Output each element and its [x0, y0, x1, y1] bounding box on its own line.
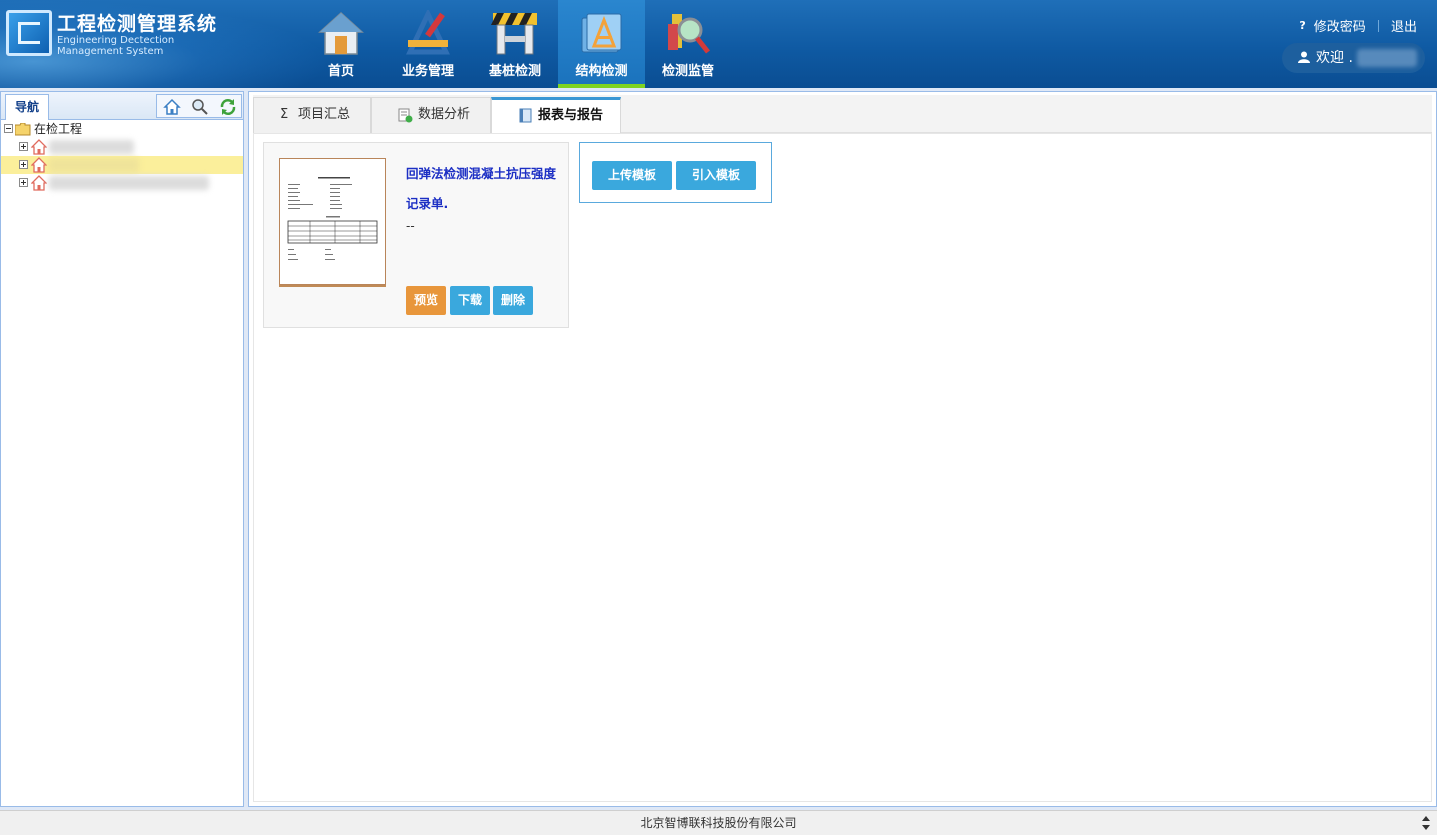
import-template-button[interactable]: 引入模板 — [676, 161, 756, 190]
nav-supervise-label: 检测监管 — [661, 64, 714, 79]
project-house-icon — [31, 139, 47, 155]
tab-bar: Σ 项目汇总 数据分析 报表与报告 — [253, 95, 1432, 134]
tab-reports-label: 报表与报告 — [538, 108, 604, 123]
nav-structure-label: 结构检测 — [575, 64, 628, 79]
tab-project-summary[interactable]: Σ 项目汇总 — [253, 97, 371, 133]
nav-home[interactable]: 首页 — [310, 0, 372, 88]
app-subtitle: Engineering Dectection Management System — [57, 35, 175, 57]
preview-button[interactable]: 预览 — [406, 286, 446, 315]
blurred-project-name — [49, 176, 209, 190]
tree-toolbar — [156, 94, 242, 118]
header-links: ? 修改密码 退出 — [1296, 16, 1417, 36]
structure-folder-icon — [581, 13, 621, 53]
template-title-link[interactable]: 回弹法检测混凝土抗压强度记录单. — [406, 159, 561, 219]
tree-item[interactable] — [1, 174, 243, 192]
tree-refresh-icon[interactable] — [219, 98, 237, 116]
logout-link[interactable]: 退出 — [1391, 20, 1417, 35]
change-password-link[interactable]: 修改密码 — [1314, 20, 1366, 35]
scroll-arrows-icon[interactable] — [1421, 813, 1431, 833]
tree-search-icon[interactable] — [191, 98, 209, 116]
home-icon — [318, 11, 364, 55]
nav-supervise[interactable]: 检测监管 — [652, 0, 724, 88]
help-icon: ? — [1299, 18, 1306, 32]
app-title: 工程检测管理系统 — [57, 13, 218, 35]
tree-item[interactable] — [1, 138, 243, 156]
template-card: 回弹法检测混凝土抗压强度记录单. -- 预览 下载 删除 — [263, 142, 569, 328]
tab-project-summary-label: 项目汇总 — [298, 107, 351, 122]
main-panel: Σ 项目汇总 数据分析 报表与报告 回弹法检测混凝土抗压强度记录单. -- 预览… — [248, 91, 1437, 807]
blurred-project-name — [49, 158, 139, 172]
nav-home-label: 首页 — [327, 64, 354, 79]
upload-template-button[interactable]: 上传模板 — [592, 161, 672, 190]
template-description: -- — [406, 219, 415, 233]
user-icon — [1298, 51, 1310, 63]
blurred-username — [1357, 49, 1418, 67]
reports-content: 回弹法检测混凝土抗压强度记录单. -- 预览 下载 删除 上传模板 引入模板 — [253, 133, 1432, 802]
blurred-project-name — [49, 140, 134, 154]
tree-home-icon[interactable] — [163, 98, 181, 116]
tree-root-label: 在检工程 — [34, 122, 83, 136]
nav-business[interactable]: 业务管理 — [393, 0, 463, 88]
tree-root[interactable]: 在检工程 — [1, 120, 243, 138]
tree-item[interactable] — [1, 156, 243, 174]
data-analysis-icon — [398, 108, 413, 123]
folder-open-icon — [15, 123, 31, 136]
app-logo — [6, 10, 52, 56]
tab-reports[interactable]: 报表与报告 — [491, 97, 621, 134]
welcome-user: 欢迎 . — [1282, 43, 1425, 73]
report-book-icon — [519, 108, 532, 123]
nav-pile-label: 基桩检测 — [488, 64, 541, 79]
project-house-icon — [31, 175, 47, 191]
expand-icon[interactable] — [19, 178, 28, 187]
nav-structure[interactable]: 结构检测 — [558, 0, 645, 88]
expand-icon[interactable] — [19, 160, 28, 169]
tab-data-analysis[interactable]: 数据分析 — [371, 97, 491, 133]
tab-data-analysis-label: 数据分析 — [418, 107, 471, 122]
welcome-text: 欢迎 . — [1316, 50, 1353, 66]
pile-barrier-icon — [491, 13, 537, 55]
footer-company: 北京智博联科技股份有限公司 — [640, 816, 797, 830]
nav-business-label: 业务管理 — [401, 64, 454, 79]
sigma-icon: Σ — [280, 107, 289, 122]
business-tools-icon — [406, 10, 450, 55]
nav-tab[interactable]: 导航 — [5, 94, 49, 120]
document-preview-icon — [287, 177, 378, 260]
project-house-icon — [31, 157, 47, 173]
collapse-icon[interactable] — [4, 124, 13, 133]
app-header: 工程检测管理系统 Engineering Dectection Manageme… — [0, 0, 1437, 88]
download-button[interactable]: 下载 — [450, 286, 490, 315]
project-tree: 在检工程 — [1, 120, 243, 192]
template-actions: 上传模板 引入模板 — [579, 142, 772, 203]
nav-pile[interactable]: 基桩检测 — [480, 0, 550, 88]
expand-icon[interactable] — [19, 142, 28, 151]
footer: 北京智博联科技股份有限公司 — [0, 810, 1437, 835]
navigation-panel: 导航 在检工程 — [0, 91, 244, 807]
inspect-magnifier-icon — [668, 14, 710, 54]
delete-button[interactable]: 删除 — [493, 286, 533, 315]
template-thumbnail[interactable] — [279, 158, 386, 285]
